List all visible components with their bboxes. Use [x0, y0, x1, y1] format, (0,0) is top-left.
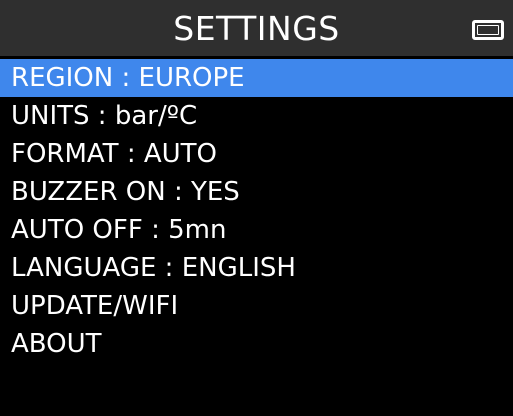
title-bar: SETTINGS	[0, 0, 513, 56]
device-screen: SETTINGS REGION : EUROPE UNITS : bar/ºC …	[0, 0, 513, 416]
menu-item-language[interactable]: LANGUAGE : ENGLISH	[0, 249, 513, 287]
menu-item-format[interactable]: FORMAT : AUTO	[0, 135, 513, 173]
page-title: SETTINGS	[173, 9, 340, 48]
menu-item-update-wifi[interactable]: UPDATE/WIFI	[0, 287, 513, 325]
menu-item-about[interactable]: ABOUT	[0, 325, 513, 363]
menu-item-region[interactable]: REGION : EUROPE	[0, 59, 513, 97]
settings-menu: REGION : EUROPE UNITS : bar/ºC FORMAT : …	[0, 59, 513, 363]
battery-icon	[472, 20, 504, 40]
menu-item-buzzer[interactable]: BUZZER ON : YES	[0, 173, 513, 211]
menu-item-units[interactable]: UNITS : bar/ºC	[0, 97, 513, 135]
menu-item-auto-off[interactable]: AUTO OFF : 5mn	[0, 211, 513, 249]
